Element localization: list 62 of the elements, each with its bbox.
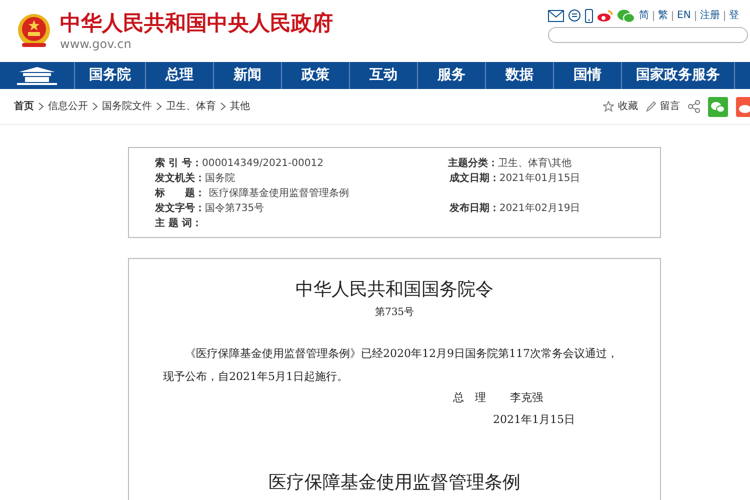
field-label: 索 引 号： bbox=[155, 156, 202, 171]
signer-name: 李克强 bbox=[510, 390, 543, 406]
header-link[interactable]: EN bbox=[672, 10, 691, 20]
star-icon[interactable] bbox=[603, 101, 614, 112]
header-link[interactable]: 注册 bbox=[694, 10, 720, 20]
search-field[interactable] bbox=[548, 27, 748, 43]
field-value: 医疗保障基金使用监督管理条例 bbox=[209, 186, 350, 201]
signing-date: 2021年1月15日 bbox=[493, 412, 576, 428]
order-number: 第735号 bbox=[374, 306, 416, 320]
building-icon[interactable] bbox=[15, 66, 59, 86]
signer-title: 总 理 bbox=[453, 390, 486, 406]
phone-icon[interactable] bbox=[585, 8, 593, 22]
breadcrumb-link[interactable]: 信息公开 bbox=[48, 99, 88, 114]
field-value: 国令第735号 bbox=[205, 202, 266, 216]
field-label: 发文字号： bbox=[155, 201, 205, 216]
nav-item[interactable]: 总理 bbox=[146, 62, 214, 89]
mail-icon[interactable] bbox=[548, 10, 564, 22]
national-emblem-icon bbox=[16, 13, 52, 49]
document-title: 中华人民共和国国务院令 bbox=[294, 279, 494, 301]
share-icon[interactable] bbox=[688, 100, 700, 113]
header-link[interactable]: 繁 bbox=[653, 10, 668, 20]
wechat-share-icon[interactable] bbox=[708, 96, 728, 116]
field-label: 主题分类： bbox=[448, 156, 498, 171]
site-title: 中华人民共和国中央人民政府 bbox=[60, 12, 333, 34]
breadcrumb-link[interactable]: 其他 bbox=[230, 99, 250, 114]
nav-item[interactable]: 政策 bbox=[282, 62, 350, 89]
chevron-icon bbox=[92, 102, 98, 111]
field-value: 国务院 bbox=[205, 172, 236, 186]
message-icon[interactable] bbox=[568, 9, 581, 22]
field-label: 主 题 词： bbox=[155, 216, 203, 231]
paragraph: 《医疗保障基金使用监督管理条例》已经2020年12月9日国务院第117次常务会议通过，现予公布，自2021年5月1日起施行。 bbox=[163, 346, 619, 385]
chevron-icon bbox=[156, 102, 162, 111]
breadcrumb-link[interactable]: 首页 bbox=[14, 99, 34, 114]
header-link[interactable]: 简 bbox=[639, 8, 649, 23]
field-label: 发布日期： bbox=[449, 202, 500, 216]
nav-item[interactable]: 数据 bbox=[486, 62, 554, 89]
nav-item[interactable]: 国情 bbox=[554, 62, 622, 89]
wechat-icon[interactable] bbox=[617, 8, 635, 22]
header-link[interactable]: 登 bbox=[724, 10, 739, 20]
pencil-icon[interactable] bbox=[646, 101, 656, 112]
field-label: 标 题： bbox=[155, 186, 206, 201]
field-value: 2021年02月19日 bbox=[499, 202, 582, 216]
nav-item[interactable]: 国家政务服务 bbox=[622, 62, 735, 89]
weibo-share-icon[interactable] bbox=[736, 96, 750, 116]
field-label: 成文日期： bbox=[449, 172, 500, 186]
nav-item[interactable]: 国务院 bbox=[75, 62, 146, 89]
breadcrumb-link[interactable]: 国务院文件 bbox=[102, 99, 152, 114]
action-link[interactable]: 收藏 bbox=[618, 99, 638, 114]
nav-item[interactable]: 新闻 bbox=[214, 62, 282, 89]
chevron-icon bbox=[38, 102, 44, 111]
breadcrumb-link[interactable]: 卫生、体育 bbox=[166, 99, 216, 114]
field-value: 2021年01月15日 bbox=[499, 172, 582, 186]
site-url: www.gov.cn bbox=[60, 38, 132, 50]
field-value: 卫生、体育\其他 bbox=[498, 156, 572, 171]
nav-item[interactable]: 服务 bbox=[418, 62, 486, 89]
nav-item[interactable]: 互动 bbox=[350, 62, 418, 89]
weibo-icon[interactable] bbox=[597, 9, 613, 22]
chevron-icon bbox=[220, 102, 226, 111]
field-label: 发文机关： bbox=[155, 172, 205, 186]
regulation-title: 医疗保障基金使用监督管理条例 bbox=[268, 470, 522, 495]
field-value: 000014349/2021-00012 bbox=[202, 157, 324, 171]
action-link[interactable]: 留言 bbox=[660, 99, 680, 114]
